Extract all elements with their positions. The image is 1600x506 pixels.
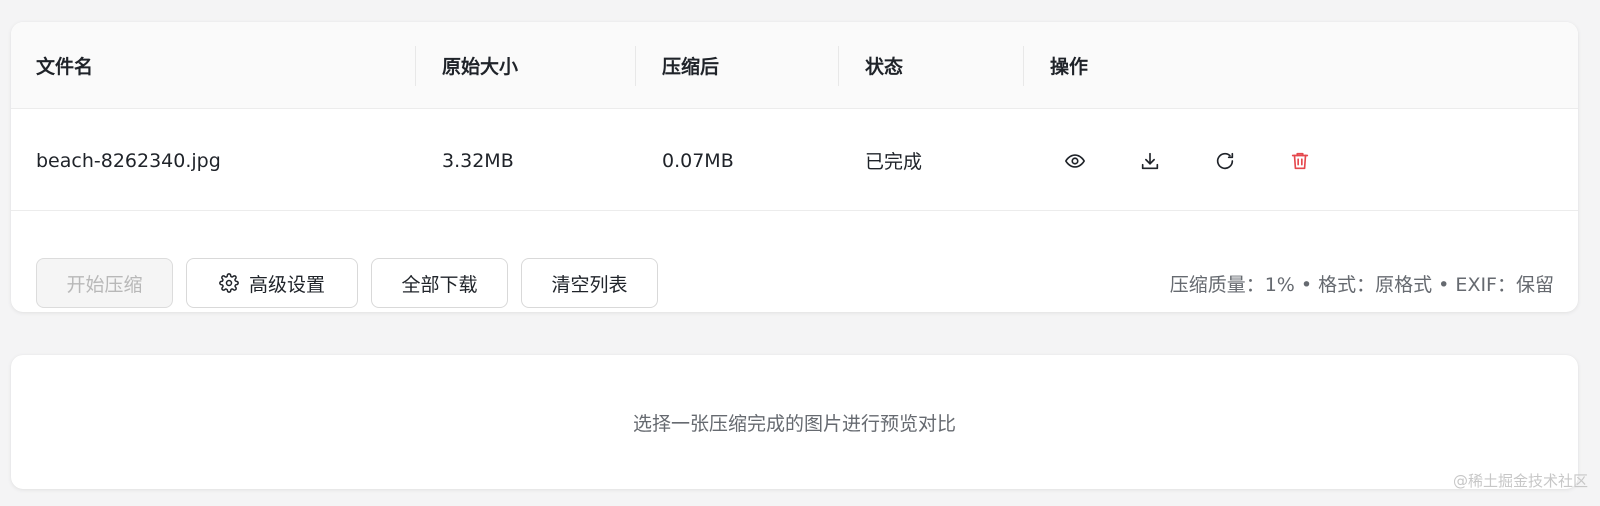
download-button[interactable] bbox=[1136, 147, 1164, 175]
download-all-button[interactable]: 全部下载 bbox=[371, 258, 508, 308]
eye-icon bbox=[1065, 154, 1085, 168]
header-actions: 操作 bbox=[1050, 56, 1089, 78]
gear-icon bbox=[219, 273, 239, 293]
header-divider bbox=[1023, 46, 1024, 86]
header-compressed: 压缩后 bbox=[662, 56, 720, 78]
advanced-settings-label: 高级设置 bbox=[248, 273, 325, 296]
refresh-icon bbox=[1216, 152, 1234, 170]
clear-list-button[interactable]: 清空列表 bbox=[521, 258, 658, 308]
watermark: @稀土掘金技术社区 bbox=[1452, 472, 1588, 490]
start-compress-button[interactable]: 开始压缩 bbox=[36, 258, 173, 308]
cell-filename: beach-8262340.jpg bbox=[36, 149, 221, 172]
header-original-size: 原始大小 bbox=[442, 56, 519, 78]
header-divider bbox=[415, 46, 416, 86]
header-status: 状态 bbox=[865, 56, 904, 78]
trash-icon bbox=[1291, 152, 1309, 170]
table-header: 文件名 原始大小 压缩后 状态 操作 bbox=[11, 22, 1578, 109]
preview-placeholder: 选择一张压缩完成的图片进行预览对比 bbox=[632, 412, 956, 435]
preview-button[interactable] bbox=[1061, 147, 1089, 175]
compression-settings-summary: 压缩质量：1% • 格式：原格式 • EXIF：保留 bbox=[1169, 273, 1554, 296]
header-filename: 文件名 bbox=[36, 56, 94, 78]
header-divider bbox=[635, 46, 636, 86]
advanced-settings-button[interactable]: 高级设置 bbox=[186, 258, 358, 308]
retry-button[interactable] bbox=[1211, 147, 1239, 175]
cell-status: 已完成 bbox=[865, 151, 923, 173]
delete-button[interactable] bbox=[1286, 147, 1314, 175]
preview-card: 选择一张压缩完成的图片进行预览对比 bbox=[11, 355, 1578, 489]
cell-original-size: 3.32MB bbox=[442, 149, 514, 172]
table-footer: 开始压缩 高级设置 全部下载 清空列表 压缩质量：1% • 格式：原格式 • E… bbox=[11, 212, 1578, 312]
cell-compressed-size: 0.07MB bbox=[662, 149, 734, 172]
download-icon bbox=[1141, 152, 1159, 170]
table-row: beach-8262340.jpg 3.32MB 0.07MB 已完成 bbox=[11, 110, 1578, 211]
header-divider bbox=[838, 46, 839, 86]
file-table-card: 文件名 原始大小 压缩后 状态 操作 beach-8262340.jpg 3.3… bbox=[11, 22, 1578, 312]
